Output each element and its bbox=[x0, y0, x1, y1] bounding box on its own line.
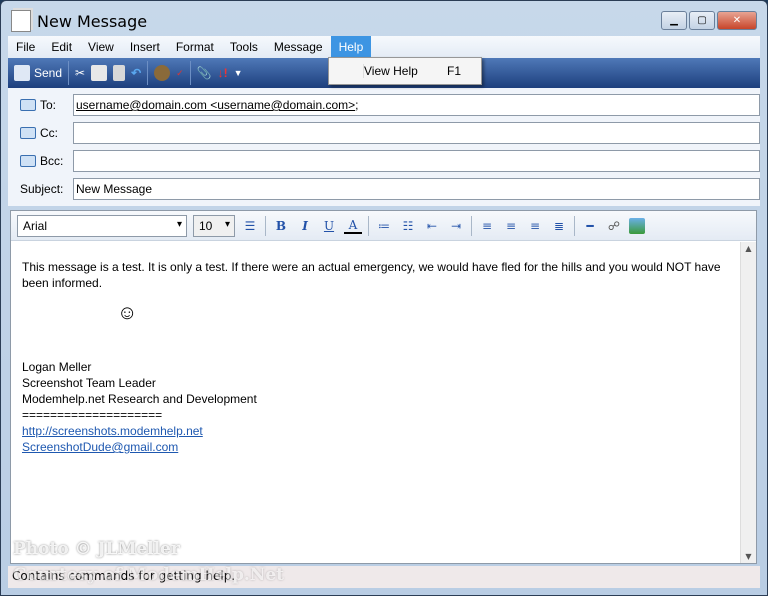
menu-bar: File Edit View Insert Format Tools Messa… bbox=[8, 36, 760, 58]
menu-item-view-help[interactable]: View Help bbox=[363, 64, 447, 78]
address-book-icon[interactable] bbox=[20, 155, 36, 167]
font-select[interactable]: Arial bbox=[17, 214, 187, 237]
new-message-window: New Message ▁ ▢ ✕ File Edit View Insert … bbox=[0, 0, 768, 596]
message-headers: To: username@domain.com <username@domain.… bbox=[8, 88, 760, 206]
align-left-icon[interactable]: ≡ bbox=[478, 219, 496, 233]
to-field[interactable]: username@domain.com <username@domain.com… bbox=[73, 94, 760, 116]
menu-format[interactable]: Format bbox=[168, 36, 222, 58]
bcc-field[interactable] bbox=[73, 150, 760, 172]
formatting-toolbar: Arial 10 ☰ B I U A ≔ ☷ ⇤ ⇥ ≡ ≡ ≡ ≣ ━ ☍ bbox=[11, 211, 756, 241]
cut-icon[interactable]: ✂ bbox=[75, 66, 85, 80]
message-editor: Arial 10 ☰ B I U A ≔ ☷ ⇤ ⇥ ≡ ≡ ≡ ≣ ━ ☍ T… bbox=[10, 210, 757, 564]
signature-org: Modemhelp.net Research and Development bbox=[22, 392, 257, 406]
bcc-label: Bcc: bbox=[40, 154, 64, 168]
cc-field[interactable] bbox=[73, 122, 760, 144]
signature-title: Screenshot Team Leader bbox=[22, 376, 156, 390]
address-book-icon[interactable] bbox=[20, 127, 36, 139]
increase-indent-icon[interactable]: ⇥ bbox=[447, 219, 465, 233]
website-link[interactable]: http://screenshots.modemhelp.net bbox=[22, 423, 729, 439]
menu-tools[interactable]: Tools bbox=[222, 36, 266, 58]
menu-insert[interactable]: Insert bbox=[122, 36, 168, 58]
signature-divider: ==================== bbox=[22, 408, 163, 422]
subject-field[interactable]: New Message bbox=[73, 178, 760, 200]
window-title: New Message bbox=[37, 11, 148, 31]
status-bar: Contains commands for getting help. bbox=[8, 566, 760, 588]
message-icon bbox=[11, 10, 31, 32]
copy-icon[interactable] bbox=[91, 65, 108, 81]
address-book-icon[interactable] bbox=[20, 99, 36, 111]
minimize-button[interactable]: ▁ bbox=[661, 11, 687, 30]
insert-picture-icon[interactable] bbox=[629, 217, 645, 234]
priority-dropdown-icon[interactable]: ▼ bbox=[234, 68, 243, 78]
font-color-button[interactable]: A bbox=[344, 218, 362, 234]
numbered-list-icon[interactable]: ≔ bbox=[375, 219, 393, 233]
cc-label: Cc: bbox=[40, 126, 58, 140]
to-label: To: bbox=[40, 98, 57, 112]
message-body[interactable]: This message is a test. It is only a tes… bbox=[11, 242, 740, 563]
menu-message[interactable]: Message bbox=[266, 36, 331, 58]
decrease-indent-icon[interactable]: ⇤ bbox=[423, 219, 441, 233]
paste-icon[interactable] bbox=[113, 65, 126, 81]
spelling-icon[interactable]: ✓ bbox=[176, 68, 184, 79]
paragraph-style-icon[interactable]: ☰ bbox=[241, 219, 259, 233]
italic-button[interactable]: I bbox=[296, 219, 314, 233]
attach-icon[interactable]: 📎 bbox=[197, 66, 212, 80]
send-label: Send bbox=[34, 66, 63, 80]
menu-file[interactable]: File bbox=[8, 36, 43, 58]
menu-edit[interactable]: Edit bbox=[43, 36, 80, 58]
menu-help[interactable]: Help bbox=[330, 36, 372, 58]
align-center-icon[interactable]: ≡ bbox=[502, 219, 520, 233]
hyperlink-icon[interactable]: ☍ bbox=[605, 219, 623, 233]
body-paragraph: This message is a test. It is only a tes… bbox=[22, 260, 721, 290]
to-separator: ; bbox=[355, 98, 359, 112]
smiley-emoticon: ☺ bbox=[117, 302, 138, 324]
priority-icon[interactable]: ↓! bbox=[218, 66, 228, 80]
to-recipient: username@domain.com <username@domain.com… bbox=[76, 98, 356, 112]
horizontal-line-icon[interactable]: ━ bbox=[581, 219, 599, 233]
view-help-shortcut: F1 bbox=[446, 64, 461, 78]
signature-name: Logan Meller bbox=[22, 360, 92, 374]
close-button[interactable]: ✕ bbox=[717, 11, 757, 30]
underline-button[interactable]: U bbox=[320, 219, 338, 233]
align-right-icon[interactable]: ≡ bbox=[526, 219, 544, 233]
menu-view[interactable]: View bbox=[80, 36, 122, 58]
bullet-list-icon[interactable]: ☷ bbox=[399, 219, 417, 233]
email-link[interactable]: ScreenshotDude@gmail.com bbox=[22, 439, 729, 455]
help-menu-dropdown: View Help F1 bbox=[328, 57, 482, 85]
maximize-button[interactable]: ▢ bbox=[689, 11, 715, 30]
font-size-select[interactable]: 10 bbox=[193, 214, 235, 237]
send-icon bbox=[14, 65, 30, 81]
check-names-icon[interactable] bbox=[154, 65, 171, 81]
bold-button[interactable]: B bbox=[272, 219, 290, 233]
title-bar: New Message bbox=[11, 7, 147, 35]
send-button[interactable]: Send bbox=[14, 65, 62, 81]
justify-icon[interactable]: ≣ bbox=[550, 219, 568, 233]
undo-icon[interactable]: ↶ bbox=[131, 66, 141, 80]
vertical-scrollbar[interactable]: ▲ ▼ bbox=[740, 242, 756, 563]
subject-label: Subject: bbox=[20, 182, 64, 196]
